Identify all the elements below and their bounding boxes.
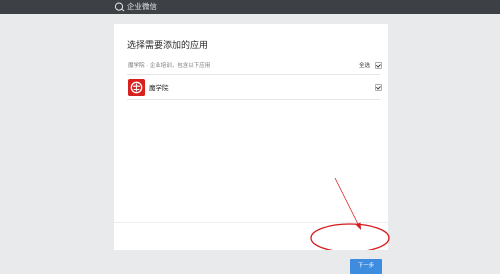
- app-list-item[interactable]: 魔学院: [127, 75, 382, 99]
- app-checkbox[interactable]: [375, 84, 382, 91]
- app-name: 魔学院: [149, 84, 169, 92]
- wechat-work-logo-icon: [114, 2, 125, 12]
- brand-name: 企业微信: [127, 2, 157, 11]
- select-all-checkbox[interactable]: [375, 62, 382, 69]
- next-button[interactable]: 下一步: [350, 259, 382, 274]
- select-apps-dialog: 选择需要添加的应用 魔学院 · 企业培训，包含以下应用 全选 魔学院 下一步: [114, 24, 388, 274]
- select-all-label[interactable]: 全选: [359, 62, 370, 70]
- footer-divider: [114, 222, 388, 223]
- page-title: 选择需要添加的应用: [127, 41, 209, 51]
- divider: [127, 99, 380, 100]
- subtitle: 魔学院 · 企业培训，包含以下应用: [128, 63, 211, 69]
- top-bar: 企业微信: [0, 0, 500, 14]
- mo-xueyuan-app-icon: [128, 79, 145, 96]
